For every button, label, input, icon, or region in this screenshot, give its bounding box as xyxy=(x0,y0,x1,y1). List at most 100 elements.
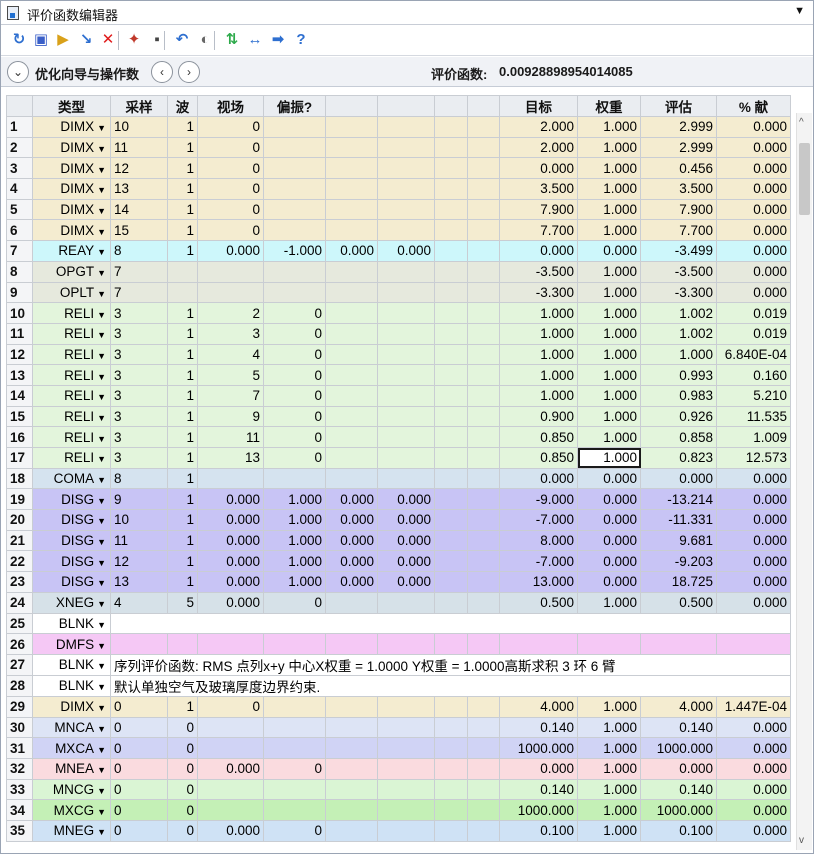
param-cell[interactable] xyxy=(377,737,435,759)
weight-cell[interactable]: 1.000 xyxy=(577,178,641,200)
sample-cell[interactable]: 12 xyxy=(110,550,168,573)
contrib-cell[interactable]: 0.000 xyxy=(716,529,791,552)
sample-cell[interactable]: 7 xyxy=(110,260,168,283)
param-cell[interactable] xyxy=(377,591,435,614)
param-cell[interactable] xyxy=(377,343,435,366)
param-cell[interactable] xyxy=(467,136,500,159)
param-cell[interactable] xyxy=(325,219,378,242)
operand-type-cell[interactable]: RELI ▼ xyxy=(32,405,111,428)
chevron-down-icon[interactable]: ▼ xyxy=(97,620,106,630)
param-cell[interactable] xyxy=(467,260,500,283)
param-cell[interactable]: 0 xyxy=(197,198,264,221)
param-cell[interactable] xyxy=(263,219,326,242)
weight-cell[interactable]: 1.000 xyxy=(577,737,641,759)
param-cell[interactable] xyxy=(325,778,378,801)
chevron-down-icon[interactable]: ▼ xyxy=(97,578,106,588)
chevron-down-icon[interactable]: ▼ xyxy=(97,599,106,609)
value-cell[interactable]: 0.983 xyxy=(640,384,717,407)
param-cell[interactable] xyxy=(467,488,500,511)
weight-cell[interactable]: 1.000 xyxy=(577,322,641,345)
sample-cell[interactable]: 3 xyxy=(110,364,168,386)
param-cell[interactable] xyxy=(434,695,468,718)
param-cell[interactable] xyxy=(467,716,500,739)
chevron-down-icon[interactable]: ▼ xyxy=(97,454,106,464)
operand-type-cell[interactable]: DMFS ▼ xyxy=(32,633,111,655)
param-cell[interactable] xyxy=(467,426,500,448)
param-cell[interactable]: 0.000 xyxy=(325,571,378,593)
target-cell[interactable]: -9.000 xyxy=(499,488,578,511)
chevron-down-icon[interactable]: ▼ xyxy=(97,661,106,671)
param-cell[interactable] xyxy=(467,757,500,780)
expand-horizontal-icon[interactable]: ↔ xyxy=(245,30,265,50)
column-header[interactable]: 偏振? xyxy=(263,95,326,117)
row-number[interactable]: 17 xyxy=(6,447,33,469)
target-cell[interactable]: -3.300 xyxy=(499,281,578,304)
param-cell[interactable] xyxy=(377,778,435,801)
param-cell[interactable] xyxy=(263,260,326,283)
operand-type-cell[interactable]: DISG ▼ xyxy=(32,488,111,511)
chevron-down-icon[interactable]: ▼ xyxy=(97,351,106,361)
chevron-down-icon[interactable]: ▼ xyxy=(97,144,106,154)
param-cell[interactable] xyxy=(434,591,468,614)
value-cell[interactable]: 18.725 xyxy=(640,571,717,593)
target-cell[interactable]: 13.000 xyxy=(499,571,578,593)
param-cell[interactable] xyxy=(325,591,378,614)
load-icon[interactable]: ▶ xyxy=(53,30,73,50)
row-number[interactable]: 6 xyxy=(6,219,33,242)
target-cell[interactable]: -7.000 xyxy=(499,550,578,573)
sample-cell[interactable]: 10 xyxy=(110,116,168,138)
param-cell[interactable] xyxy=(467,157,500,180)
param-cell[interactable] xyxy=(197,281,264,304)
param-cell[interactable] xyxy=(263,633,326,655)
scroll-thumb[interactable] xyxy=(799,143,810,215)
row-number[interactable]: 18 xyxy=(6,467,33,490)
param-cell[interactable]: 1 xyxy=(167,116,198,138)
param-cell[interactable] xyxy=(467,116,500,138)
param-cell[interactable] xyxy=(325,820,378,842)
column-header[interactable] xyxy=(377,95,435,117)
sample-cell[interactable]: 0 xyxy=(110,820,168,842)
value-cell[interactable]: -9.203 xyxy=(640,550,717,573)
chevron-down-icon[interactable]: ▼ xyxy=(97,786,106,796)
contrib-cell[interactable]: 6.840E-04 xyxy=(716,343,791,366)
chevron-down-icon[interactable]: ▼ xyxy=(97,724,106,734)
param-cell[interactable] xyxy=(197,467,264,490)
param-cell[interactable]: 1 xyxy=(167,364,198,386)
param-cell[interactable] xyxy=(325,405,378,428)
weight-cell[interactable]: 1.000 xyxy=(577,219,641,242)
target-cell[interactable]: 0.900 xyxy=(499,405,578,428)
row-number[interactable]: 24 xyxy=(6,591,33,614)
chevron-down-icon[interactable]: ▼ xyxy=(97,827,106,837)
param-cell[interactable] xyxy=(467,799,500,821)
param-cell[interactable]: 0.000 xyxy=(197,757,264,780)
param-cell[interactable]: 0.000 xyxy=(377,550,435,573)
value-cell[interactable]: 7.900 xyxy=(640,198,717,221)
comment-cell[interactable] xyxy=(110,612,791,635)
sample-cell[interactable]: 0 xyxy=(110,799,168,821)
param-cell[interactable]: 1.000 xyxy=(263,550,326,573)
value-cell[interactable]: 0.858 xyxy=(640,426,717,448)
target-cell[interactable]: 2.000 xyxy=(499,136,578,159)
param-cell[interactable] xyxy=(325,426,378,448)
param-cell[interactable] xyxy=(197,737,264,759)
value-cell[interactable]: 1000.000 xyxy=(640,799,717,821)
param-cell[interactable] xyxy=(434,529,468,552)
row-number[interactable]: 21 xyxy=(6,529,33,552)
param-cell[interactable] xyxy=(467,571,500,593)
param-cell[interactable]: 0.000 xyxy=(377,240,435,262)
param-cell[interactable] xyxy=(377,198,435,221)
contrib-cell[interactable]: 0.000 xyxy=(716,240,791,262)
param-cell[interactable] xyxy=(325,447,378,469)
contrib-cell[interactable]: 0.019 xyxy=(716,302,791,324)
sample-cell[interactable]: 12 xyxy=(110,157,168,180)
param-cell[interactable] xyxy=(434,178,468,200)
param-cell[interactable] xyxy=(263,136,326,159)
param-cell[interactable]: 1 xyxy=(167,384,198,407)
param-cell[interactable]: 0.000 xyxy=(377,529,435,552)
operand-type-cell[interactable]: RELI ▼ xyxy=(32,447,111,469)
arrow-right-icon[interactable]: ➡ xyxy=(268,30,288,50)
sample-cell[interactable]: 11 xyxy=(110,136,168,159)
contrib-cell[interactable]: 0.000 xyxy=(716,136,791,159)
operand-type-cell[interactable]: DISG ▼ xyxy=(32,571,111,593)
value-cell[interactable]: 1.002 xyxy=(640,302,717,324)
